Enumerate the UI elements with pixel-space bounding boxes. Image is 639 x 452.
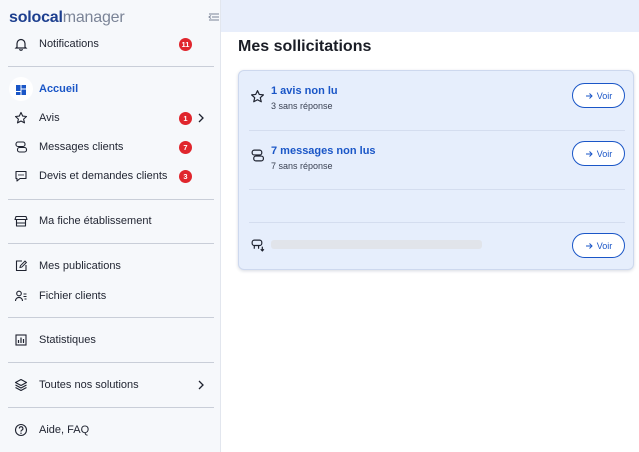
- sidebar-divider: [8, 317, 214, 318]
- chart-icon: [15, 334, 27, 346]
- voir-button-label: Voir: [596, 148, 613, 159]
- sidebar-item-label: Avis: [39, 112, 60, 124]
- sidebar-item-label: Messages clients: [39, 141, 124, 153]
- avis-row: 1 avis non lu 3 sans réponse Voir: [239, 71, 635, 131]
- sidebar-item-avis[interactable]: Avis 1: [0, 105, 220, 131]
- dashboard-icon: [16, 85, 26, 95]
- row-separator: [249, 222, 625, 223]
- avis-row-title[interactable]: 1 avis non lu: [271, 85, 338, 97]
- voir-devis-button[interactable]: Voir: [572, 233, 625, 258]
- sidebar-item-accueil[interactable]: Accueil: [0, 76, 220, 102]
- sidebar-item-label: Devis et demandes clients: [39, 170, 168, 182]
- sidebar-divider: [8, 243, 214, 244]
- messages-row: 7 messages non lus 7 sans réponse Voir: [239, 131, 635, 191]
- sidebar-divider: [8, 66, 214, 67]
- chat-icon: [15, 141, 28, 153]
- users-icon: [14, 290, 27, 302]
- chevron-right-icon: [198, 380, 204, 390]
- voir-button-label: Voir: [596, 240, 613, 251]
- sidebar-divider: [8, 199, 214, 200]
- devis-count-badge: 3: [179, 170, 192, 183]
- sidebar-item-devis[interactable]: Devis et demandes clients 3: [0, 163, 220, 189]
- solocal-manager-logo[interactable]: solocalmanager: [9, 8, 125, 28]
- comment-icon: [15, 170, 27, 182]
- sidebar-item-solutions[interactable]: Toutes nos solutions: [0, 372, 220, 398]
- top-bar: [221, 0, 639, 32]
- sidebar-item-ma-fiche[interactable]: Ma fiche établissement: [0, 208, 220, 234]
- voir-button-label: Voir: [596, 90, 613, 101]
- sidebar: solocalmanager Notifications 11 Accueil …: [0, 0, 221, 452]
- sidebar-divider: [8, 407, 214, 408]
- sidebar-item-label: Notifications: [39, 38, 99, 50]
- star-icon: [14, 111, 28, 124]
- arrow-right-icon: [585, 92, 593, 99]
- page-title: Mes sollicitations: [238, 38, 372, 55]
- messages-row-title[interactable]: 7 messages non lus: [271, 145, 376, 157]
- collapse-icon[interactable]: [208, 11, 220, 23]
- quote-icon: [251, 239, 265, 252]
- notification-count-badge: 11: [179, 38, 192, 51]
- sidebar-item-label: Mes publications: [39, 260, 121, 272]
- sidebar-item-label: Ma fiche établissement: [39, 215, 152, 227]
- sidebar-item-fichier-clients[interactable]: Fichier clients: [0, 283, 220, 309]
- sidebar-item-label: Toutes nos solutions: [39, 379, 139, 391]
- avis-row-subtitle: 3 sans réponse: [271, 101, 333, 111]
- sidebar-item-label: Aide, FAQ: [39, 424, 90, 436]
- sidebar-item-label: Fichier clients: [39, 290, 107, 302]
- store-icon: [14, 215, 28, 227]
- edit-icon: [15, 260, 28, 272]
- sidebar-item-label: Accueil: [39, 83, 79, 95]
- arrow-right-icon: [585, 150, 593, 157]
- voir-avis-button[interactable]: Voir: [572, 83, 625, 108]
- sidebar-item-notifications[interactable]: Notifications 11: [0, 31, 220, 57]
- chevron-right-icon: [198, 113, 204, 123]
- messages-count-badge: 7: [179, 141, 192, 154]
- logo-brand-text: solocal: [9, 9, 63, 26]
- arrow-right-icon: [585, 242, 593, 249]
- messages-row-subtitle: 7 sans réponse: [271, 161, 333, 171]
- bell-icon: [14, 38, 28, 51]
- voir-messages-button[interactable]: Voir: [572, 141, 625, 166]
- avis-count-badge: 1: [179, 112, 192, 125]
- layers-icon: [14, 378, 28, 392]
- logo-product-text: manager: [62, 9, 125, 26]
- sollicitations-card: 1 avis non lu 3 sans réponse Voir 7 mess…: [238, 70, 634, 270]
- sidebar-item-label: Statistiques: [39, 334, 96, 346]
- sidebar-item-aide[interactable]: Aide, FAQ: [0, 417, 220, 443]
- sidebar-divider: [8, 362, 214, 363]
- loading-placeholder: [271, 240, 482, 249]
- help-icon: [14, 423, 28, 437]
- sidebar-item-statistiques[interactable]: Statistiques: [0, 327, 220, 353]
- row-separator: [249, 189, 625, 190]
- sidebar-item-publications[interactable]: Mes publications: [0, 253, 220, 279]
- sidebar-item-messages-clients[interactable]: Messages clients 7: [0, 134, 220, 160]
- star-icon: [251, 90, 264, 103]
- chat-icon: [251, 149, 264, 162]
